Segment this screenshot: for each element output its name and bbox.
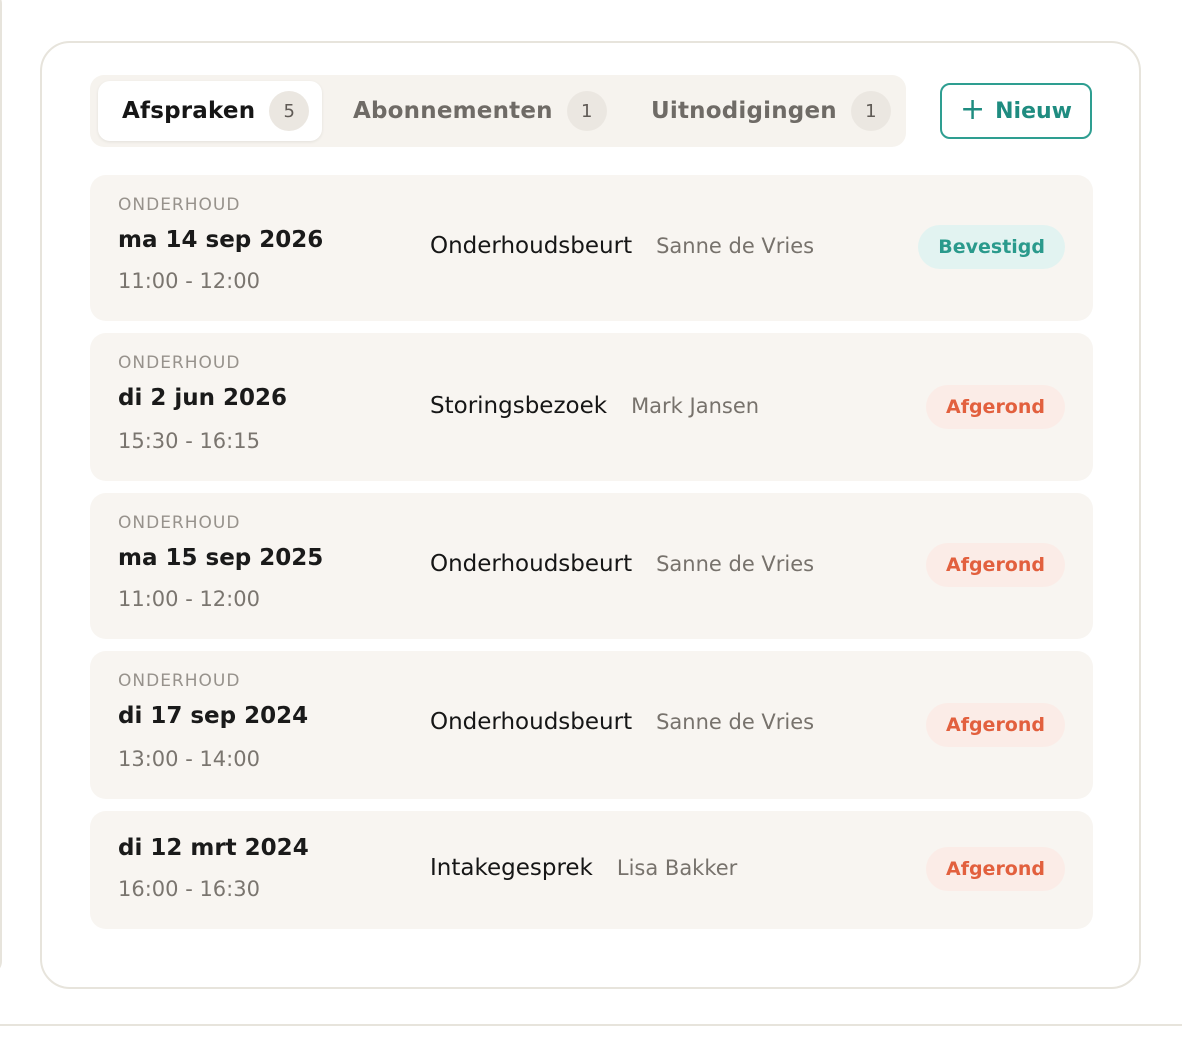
appointment-date: di 17 sep 2024	[118, 703, 309, 729]
appointment-details: Onderhoudsbeurt Sanne de Vries	[430, 709, 814, 735]
appointment-category: ONDERHOUD	[118, 671, 241, 691]
appointment-type: Onderhoudsbeurt	[430, 709, 633, 735]
appointment-person: Sanne de Vries	[656, 234, 815, 258]
status-badge: Bevestigd	[918, 225, 1065, 269]
appointment-type: Intakegesprek	[430, 855, 593, 881]
status-badge: Afgerond	[925, 703, 1065, 747]
tab-count-badge: 5	[269, 91, 310, 131]
appointment-details: Onderhoudsbeurt Sanne de Vries	[430, 551, 814, 577]
status-badge: Afgerond	[925, 847, 1065, 891]
appointment-time: 15:30 - 16:15	[118, 429, 260, 453]
new-button-label: Nieuw	[995, 98, 1072, 124]
tab-abonnementen[interactable]: Abonnementen 1	[344, 81, 614, 141]
appointment-time: 16:00 - 16:30	[118, 877, 260, 901]
next-panel-edge	[0, 1024, 1182, 1056]
new-appointment-button[interactable]: + Nieuw	[940, 83, 1092, 139]
appointment-person: Lisa Bakker	[616, 856, 738, 880]
appointment-type: Onderhoudsbeurt	[430, 551, 633, 577]
appointment-category: ONDERHOUD	[118, 353, 241, 373]
appointment-date: di 2 jun 2026	[118, 385, 288, 411]
appointment-person: Mark Jansen	[631, 394, 760, 418]
appointment-time: 13:00 - 14:00	[118, 747, 260, 771]
appointment-row[interactable]: di 12 mrt 2024 16:00 - 16:30 Intakegespr…	[90, 811, 1093, 929]
appointment-type: Onderhoudsbeurt	[430, 233, 633, 259]
tab-afspraken[interactable]: Afspraken 5	[98, 81, 322, 141]
appointment-row[interactable]: ONDERHOUD ma 14 sep 2026 11:00 - 12:00 O…	[90, 175, 1093, 321]
appointment-date: ma 14 sep 2026	[118, 227, 324, 253]
plus-icon: +	[959, 92, 986, 127]
appointment-category: ONDERHOUD	[118, 195, 241, 215]
appointment-details: Onderhoudsbeurt Sanne de Vries	[430, 233, 814, 259]
tab-count-badge: 1	[850, 91, 891, 131]
appointment-type: Storingsbezoek	[430, 393, 608, 419]
appointment-details: Storingsbezoek Mark Jansen	[430, 393, 759, 419]
tab-bar: Afspraken 5 Abonnementen 1 Uitnodigingen…	[90, 75, 906, 147]
appointment-row[interactable]: ONDERHOUD ma 15 sep 2025 11:00 - 12:00 O…	[90, 493, 1093, 639]
appointment-row[interactable]: ONDERHOUD di 2 jun 2026 15:30 - 16:15 St…	[90, 333, 1093, 481]
appointment-details: Intakegesprek Lisa Bakker	[430, 855, 737, 881]
appointment-time: 11:00 - 12:00	[118, 587, 260, 611]
appointment-row[interactable]: ONDERHOUD di 17 sep 2024 13:00 - 14:00 O…	[90, 651, 1093, 799]
status-badge: Afgerond	[925, 543, 1065, 587]
tab-uitnodigingen[interactable]: Uitnodigingen 1	[642, 81, 902, 141]
appointment-date: ma 15 sep 2025	[118, 545, 324, 571]
tab-label: Abonnementen	[353, 98, 553, 124]
tab-count-badge: 1	[566, 91, 607, 131]
appointment-time: 11:00 - 12:00	[118, 269, 260, 293]
appointments-panel: Afspraken 5 Abonnementen 1 Uitnodigingen…	[40, 41, 1141, 989]
previous-panel-edge	[0, 0, 2, 975]
tab-label: Afspraken	[122, 98, 256, 124]
appointment-date: di 12 mrt 2024	[118, 835, 309, 861]
appointment-person: Sanne de Vries	[656, 552, 815, 576]
status-badge: Afgerond	[925, 385, 1065, 429]
appointment-category: ONDERHOUD	[118, 513, 241, 533]
tab-label: Uitnodigingen	[651, 98, 837, 124]
appointment-person: Sanne de Vries	[656, 710, 815, 734]
